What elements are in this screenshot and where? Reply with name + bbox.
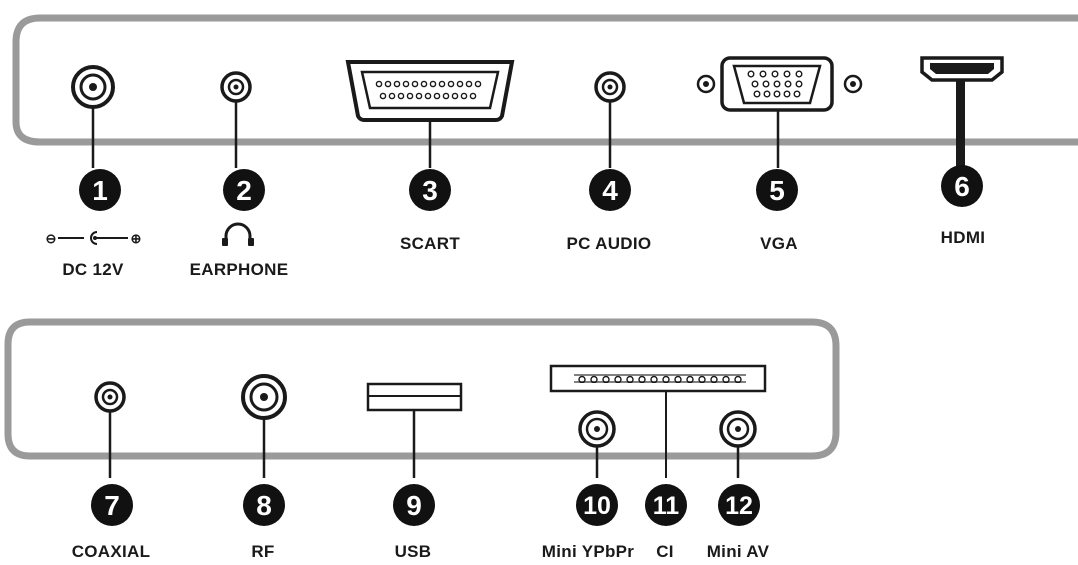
badge-8-number: 8 <box>256 490 272 521</box>
badge-11: 11 <box>645 484 687 526</box>
top-panel: 1 2 3 4 5 6 ⊖ ⊕ DC 12V EARPHONE SCART PC… <box>12 14 1078 279</box>
badge-6: 6 <box>941 165 983 207</box>
coaxial-connector <box>94 381 126 478</box>
label-mini-av: Mini AV <box>707 542 770 561</box>
badge-9: 9 <box>393 484 435 526</box>
vga-pins <box>747 70 803 98</box>
badge-11-number: 11 <box>653 492 680 520</box>
badge-1: 1 <box>79 169 121 211</box>
label-mini-ypbpr: Mini YPbPr <box>542 542 635 561</box>
label-earphone: EARPHONE <box>190 260 289 279</box>
scart-connector <box>345 60 515 168</box>
label-rf: RF <box>251 542 274 561</box>
label-pc-audio: PC AUDIO <box>567 234 652 253</box>
badge-5-number: 5 <box>769 175 785 206</box>
badge-4: 4 <box>589 169 631 211</box>
bottom-panel-outline <box>4 318 840 460</box>
dc-jack-connector <box>71 65 115 168</box>
bottom-panel: 7 8 9 10 11 12 COAXIAL RF USB Mini YPbPr… <box>4 318 840 561</box>
badge-7-number: 7 <box>104 490 120 521</box>
badge-12: 12 <box>718 484 760 526</box>
hdmi-connector <box>920 56 1004 168</box>
connector-diagram: 1 2 3 4 5 6 ⊖ ⊕ DC 12V EARPHONE SCART PC… <box>4 14 1078 561</box>
vga-connector <box>696 56 863 168</box>
headphone-icon <box>222 222 254 246</box>
pc-audio-jack-connector <box>594 71 626 168</box>
label-usb: USB <box>395 542 432 561</box>
mini-av-connector <box>719 410 757 478</box>
plus-icon: ⊕ <box>131 231 142 246</box>
badge-5: 5 <box>756 169 798 211</box>
badge-3-number: 3 <box>422 175 438 206</box>
label-ci: CI <box>656 542 674 561</box>
label-hdmi: HDMI <box>941 228 986 247</box>
label-dc-12v: DC 12V <box>62 260 124 279</box>
label-scart: SCART <box>400 234 460 253</box>
mini-ypbpr-connector <box>578 410 616 478</box>
badge-8: 8 <box>243 484 285 526</box>
badge-3: 3 <box>409 169 451 211</box>
rf-connector <box>241 374 287 478</box>
badge-2-number: 2 <box>236 175 252 206</box>
label-vga: VGA <box>760 234 798 253</box>
minus-icon: ⊖ <box>46 231 57 246</box>
badge-12-number: 12 <box>725 492 753 520</box>
badge-2: 2 <box>223 169 265 211</box>
top-panel-outline <box>12 14 1078 146</box>
earphone-jack-connector <box>220 71 252 168</box>
usb-connector <box>366 382 463 478</box>
badge-4-number: 4 <box>602 175 618 206</box>
scart-pins <box>375 80 482 100</box>
label-coaxial: COAXIAL <box>72 542 151 561</box>
badge-1-number: 1 <box>92 175 108 206</box>
badge-6-number: 6 <box>954 171 970 202</box>
badge-10: 10 <box>576 484 618 526</box>
badge-10-number: 10 <box>583 492 611 520</box>
badge-9-number: 9 <box>406 490 422 521</box>
dc-polarity-symbol: ⊖ ⊕ <box>46 231 142 246</box>
badge-7: 7 <box>91 484 133 526</box>
